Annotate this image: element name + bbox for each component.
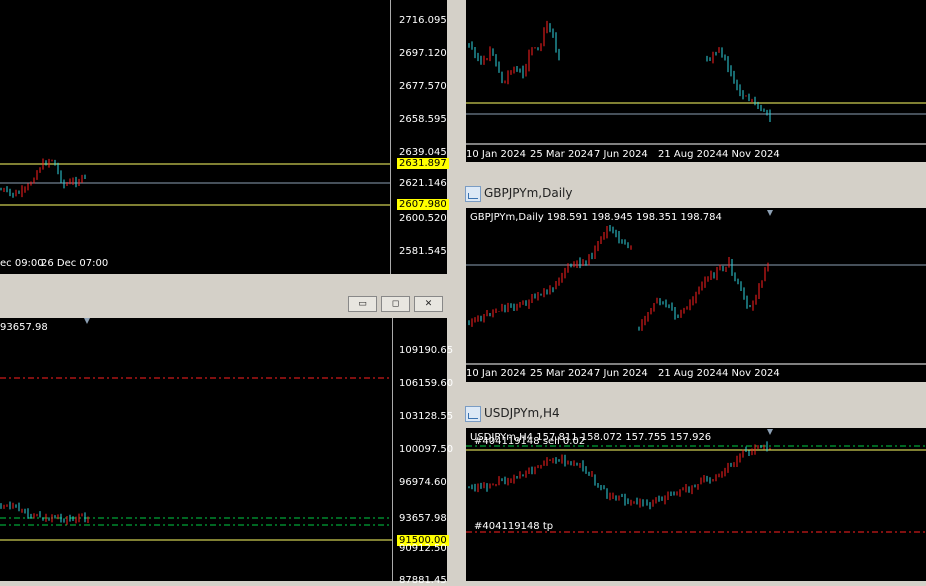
window-titlebar-right-bottom[interactable]: USDJPYm,H4 — [458, 400, 926, 426]
window-title: USDJPYm,H4 — [484, 406, 560, 420]
price-tick: 2658.595 — [399, 114, 447, 125]
price-series-right-bottom — [468, 441, 771, 510]
chart-right-top[interactable]: 10 Jan 2024 25 Mar 2024 7 Jun 2024 21 Au… — [466, 0, 926, 162]
candles-left-top — [0, 158, 390, 206]
date-label-1: 25 Mar 2024 — [530, 368, 594, 379]
chart-left-bottom[interactable]: 93657.98 — [0, 318, 392, 581]
candles-right-mid — [466, 210, 926, 365]
close-button[interactable]: ✕ — [414, 296, 443, 312]
price-tick: 2600.520 — [399, 213, 447, 224]
date-label-1: 26 Dec 07:00 — [41, 258, 109, 269]
price-tick: 2581.545 — [399, 246, 447, 257]
price-series-right-mid — [468, 225, 769, 331]
date-label-4: 4 Nov 2024 — [722, 149, 780, 160]
price-scale-left-bottom[interactable]: 109190.65 106159.60 103128.55 100097.50 … — [392, 318, 453, 586]
price-current: 2621.146 — [399, 178, 447, 189]
price-tick: 90912.50 — [399, 543, 447, 554]
date-label-0: 10 Jan 2024 — [466, 368, 526, 379]
chart-right-mid[interactable]: GBPJPYm,Daily 198.591 198.945 198.351 19… — [466, 208, 926, 382]
order-label: #404119148 sell 0.02 — [474, 436, 586, 447]
chart-right-bottom[interactable]: USDJPYm,H4 157.811 158.072 157.755 157.9… — [466, 428, 926, 581]
restore-button[interactable]: ◻ — [381, 296, 410, 312]
price-tick: 100097.50 — [399, 444, 454, 455]
chart-info-label: GBPJPYm,Daily 198.591 198.945 198.351 19… — [470, 212, 722, 223]
date-label-3: 21 Aug 2024 — [658, 368, 723, 379]
window-titlebar-right-mid[interactable]: GBPJPYm,Daily — [458, 180, 926, 206]
date-label-0: 10 Jan 2024 — [466, 149, 526, 160]
price-tick: 96974.60 — [399, 477, 447, 488]
candles-right-top — [466, 20, 926, 145]
window-title: GBPJPYm,Daily — [484, 186, 573, 200]
price-current: 93657.98 — [399, 513, 447, 524]
date-label-3: 21 Aug 2024 — [658, 149, 723, 160]
date-label-1: 25 Mar 2024 — [530, 149, 594, 160]
price-marker-yellow: 2607.980 — [397, 199, 449, 210]
chart-info-label: 93657.98 — [0, 322, 48, 333]
price-tick: 103128.55 — [399, 411, 454, 422]
price-series-left-bottom — [0, 501, 89, 525]
candles-left-bottom — [0, 318, 392, 541]
price-tick: 106159.60 — [399, 378, 454, 389]
chart-window-icon — [465, 406, 481, 422]
chart-left-top[interactable]: ec 09:00 26 Dec 07:00 — [0, 0, 390, 274]
price-tick: 2677.570 — [399, 81, 447, 92]
price-tick: 2639.045 — [399, 147, 447, 158]
price-scale-left-top[interactable]: 2716.095 2697.120 2677.570 2658.595 2639… — [390, 0, 449, 274]
price-tick: 2716.095 — [399, 15, 447, 26]
price-marker-yellow: 2631.897 — [397, 158, 449, 169]
candles-right-bottom — [466, 429, 926, 533]
date-label-0: ec 09:00 — [0, 258, 44, 269]
price-series-right-top — [468, 20, 771, 123]
take-profit-label: #404119148 tp — [474, 521, 554, 532]
date-label-2: 7 Jun 2024 — [594, 149, 648, 160]
date-label-2: 7 Jun 2024 — [594, 368, 648, 379]
minimize-button[interactable]: ▭ — [348, 296, 377, 312]
window-titlebar-left-bottom[interactable]: ▭ ◻ ✕ — [0, 290, 450, 316]
chart-window-icon — [465, 186, 481, 202]
price-tick: 109190.65 — [399, 345, 454, 356]
price-tick: 2697.120 — [399, 48, 447, 59]
date-label-4: 4 Nov 2024 — [722, 368, 780, 379]
